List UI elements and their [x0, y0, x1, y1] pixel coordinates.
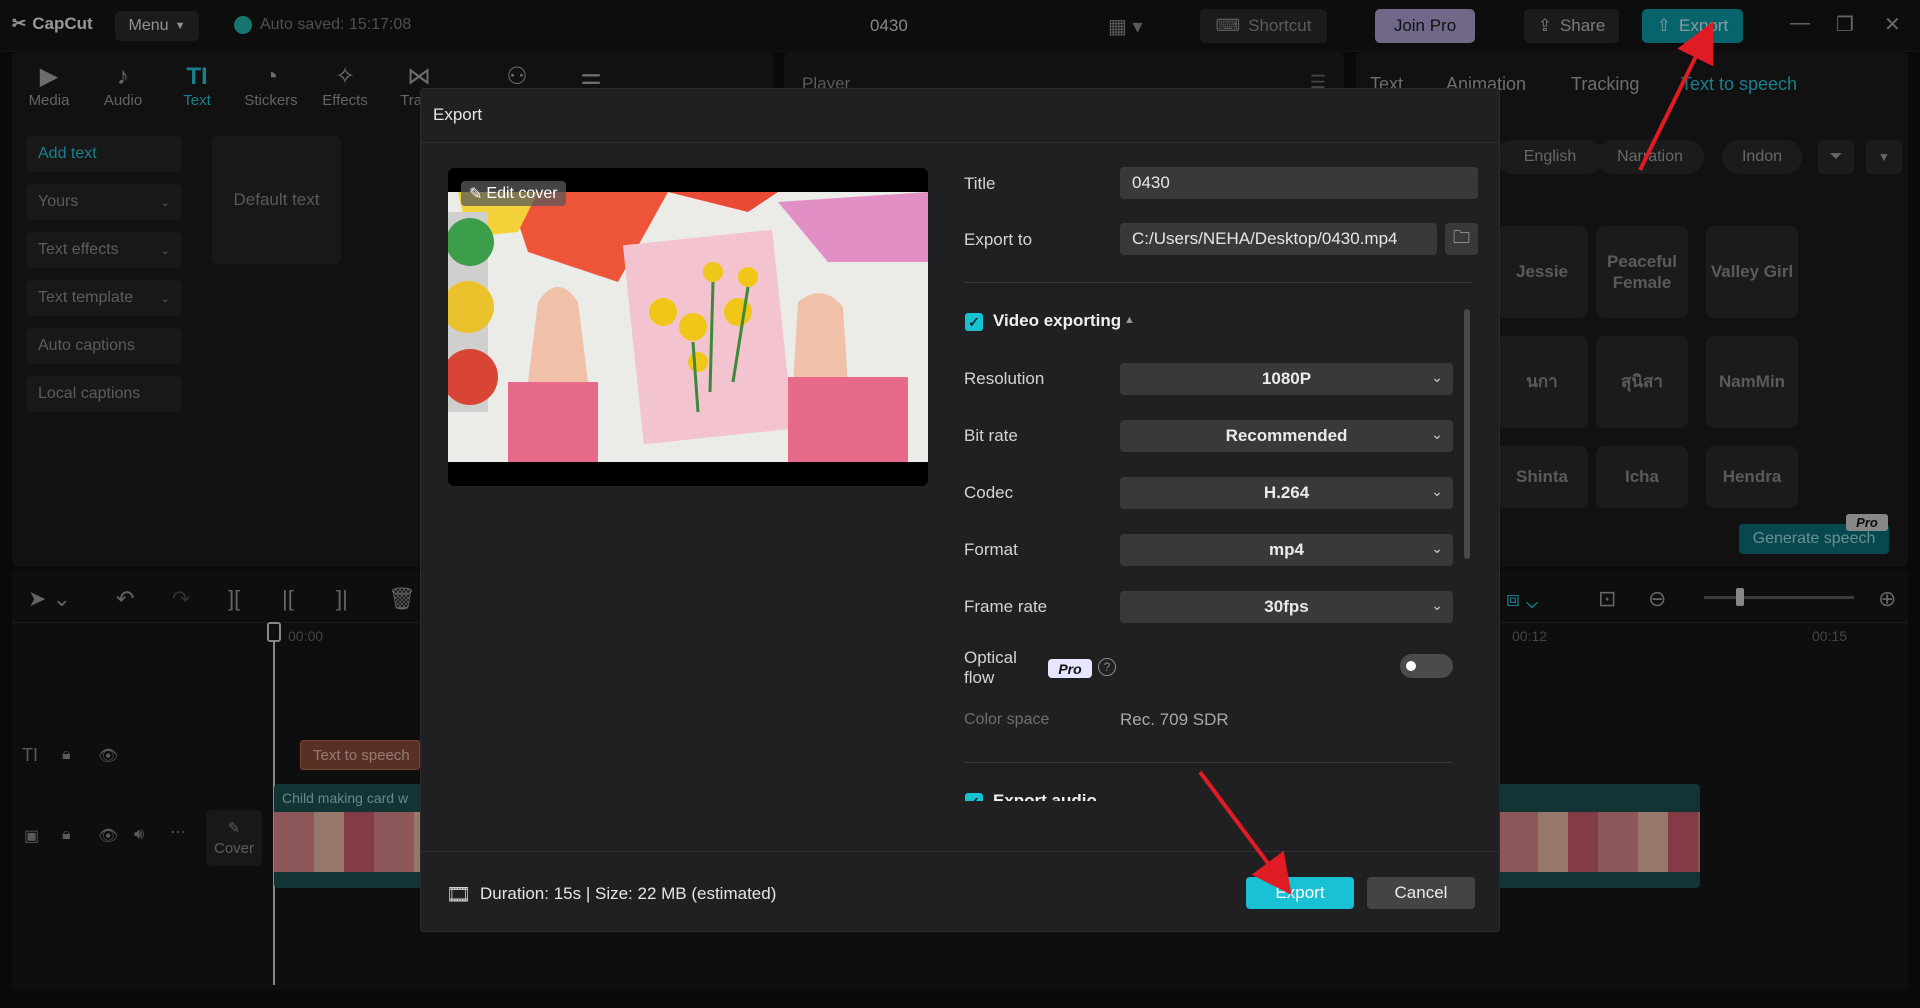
resolution-select[interactable]: 1080P ⌄	[1120, 363, 1453, 395]
film-icon: 🎞︎	[446, 884, 472, 906]
optical-flow-label: Optical flow	[964, 648, 1017, 687]
export-audio-row[interactable]: ✓ Export audio	[964, 789, 1464, 801]
framerate-select[interactable]: 30fps ⌄	[1120, 591, 1453, 623]
optical-flow-toggle[interactable]	[1400, 654, 1453, 678]
settings-scrollbar[interactable]	[1464, 309, 1470, 559]
export-path-input[interactable]: C:/Users/NEHA/Desktop/0430.mp4	[1120, 223, 1437, 255]
craft-scene-illustration	[448, 192, 928, 462]
chevron-down-icon: ⌄	[1431, 426, 1443, 442]
cancel-button[interactable]: Cancel	[1367, 877, 1475, 909]
export-to-label: Export to	[964, 230, 1033, 249]
video-frame-image	[448, 192, 928, 462]
title-label: Title	[964, 174, 996, 193]
section-divider	[964, 282, 1472, 283]
dialog-divider	[421, 142, 1499, 143]
chevron-down-icon: ⌄	[1431, 540, 1443, 556]
resolution-label: Resolution	[964, 369, 1045, 388]
section-divider	[964, 762, 1453, 763]
chevron-up-icon[interactable]: ▲	[1124, 314, 1135, 326]
video-exporting-checkbox[interactable]: ✓	[965, 313, 983, 331]
codec-label: Codec	[964, 483, 1014, 502]
edit-cover-button[interactable]: ✎ Edit cover	[461, 181, 566, 206]
pro-badge: Pro	[1048, 659, 1092, 678]
help-icon[interactable]: ?	[1098, 658, 1116, 676]
bitrate-select[interactable]: Recommended ⌄	[1120, 420, 1453, 452]
format-select[interactable]: mp4 ⌄	[1120, 534, 1453, 566]
cover-preview[interactable]: ✎ Edit cover	[448, 168, 928, 486]
chevron-down-icon: ⌄	[1431, 597, 1443, 613]
framerate-label: Frame rate	[964, 597, 1048, 616]
color-space-label: Color space	[964, 711, 1050, 728]
format-label: Format	[964, 540, 1018, 559]
export-audio-checkbox[interactable]: ✓	[965, 793, 983, 801]
footer-divider	[421, 851, 1499, 852]
codec-select[interactable]: H.264 ⌄	[1120, 477, 1453, 509]
bitrate-label: Bit rate	[964, 426, 1018, 445]
title-input[interactable]: 0430	[1120, 167, 1478, 199]
export-button[interactable]: Export	[1246, 877, 1354, 909]
folder-icon[interactable]: 🗀	[1445, 223, 1478, 255]
export-dialog: Export ✎ Edit cover Title 0430 Export to…	[420, 88, 1500, 932]
video-exporting-label[interactable]: Video exporting	[993, 311, 1121, 331]
dialog-title: Export	[433, 105, 483, 124]
duration-size-text: Duration: 15s | Size: 22 MB (estimated)	[480, 884, 777, 903]
color-space-value: Rec. 709 SDR	[1120, 710, 1229, 729]
chevron-down-icon: ⌄	[1431, 483, 1443, 499]
export-audio-label[interactable]: Export audio	[993, 791, 1097, 801]
pencil-icon: ✎	[469, 185, 483, 203]
chevron-down-icon: ⌄	[1431, 369, 1443, 385]
